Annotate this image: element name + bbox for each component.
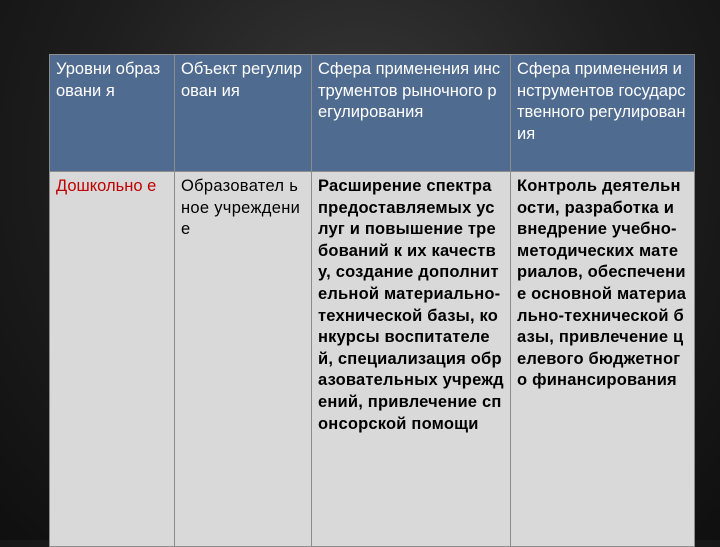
header-education-levels: Уровни образовани я: [49, 54, 175, 172]
table-row: Дошкольно е Образовател ьное учреждение …: [49, 171, 695, 547]
header-state-tools-scope: Сфера применения инструментов государств…: [510, 54, 695, 172]
header-regulation-object: Объект регулирован ия: [174, 54, 312, 172]
cell-state-tools-scope: Контроль деятельности, разработка и внед…: [510, 171, 695, 547]
cell-regulation-object: Образовател ьное учреждение: [174, 171, 312, 547]
cell-education-level: Дошкольно е: [49, 171, 175, 547]
education-regulation-table: Уровни образовани я Объект регулирован и…: [49, 54, 695, 547]
header-market-tools-scope: Сфера применения инструментов рыночного …: [311, 54, 511, 172]
cell-market-tools-scope: Расширение спектра предоставляемых услуг…: [311, 171, 511, 547]
table-header-row: Уровни образовани я Объект регулирован и…: [49, 54, 695, 172]
